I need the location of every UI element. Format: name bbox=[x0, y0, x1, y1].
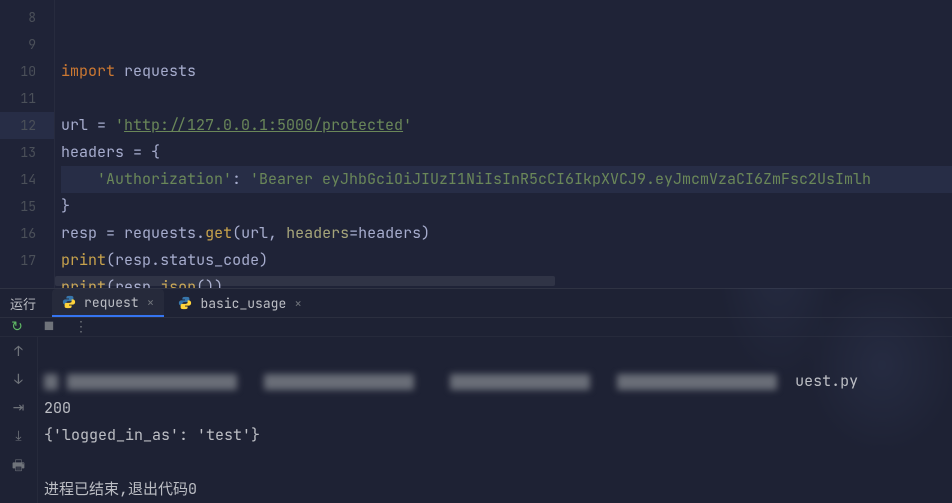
run-tab-basic_usage[interactable]: basic_usage × bbox=[168, 289, 312, 317]
close-icon[interactable]: × bbox=[294, 295, 302, 312]
console-output[interactable]: uest.py 200 {'logged_in_as': 'test'} 进程已… bbox=[38, 337, 952, 503]
code-line[interactable]: } bbox=[61, 193, 952, 220]
run-tab-label: basic_usage bbox=[200, 295, 286, 312]
code-line[interactable]: import requests bbox=[61, 58, 952, 85]
console-line: uest.py bbox=[44, 371, 858, 391]
run-tab-request[interactable]: request × bbox=[52, 289, 164, 317]
line-number: 14 bbox=[0, 166, 54, 193]
run-toolbar: ↻ ■ ⋮ bbox=[0, 318, 952, 337]
run-panel: 运行 request×basic_usage× ↻ ■ ⋮ ↑ ↓ ⇥ ⤓ 🖶 … bbox=[0, 288, 952, 503]
run-panel-label: 运行 bbox=[10, 294, 36, 313]
code-line[interactable]: 'Authorization': 'Bearer eyJhbGciOiJIUzI… bbox=[61, 166, 952, 193]
line-number: 16 bbox=[0, 220, 54, 247]
line-number: 10 bbox=[0, 58, 54, 85]
code-line[interactable]: url = 'http://127.0.0.1:5000/protected' bbox=[61, 112, 952, 139]
line-number: 11 bbox=[0, 85, 54, 112]
code-line[interactable]: print(resp.status_code) bbox=[61, 247, 952, 274]
redacted-segment bbox=[264, 374, 414, 390]
close-icon[interactable]: × bbox=[147, 294, 155, 311]
horizontal-scrollbar[interactable] bbox=[55, 276, 555, 286]
scroll-end-icon[interactable]: ⤓ bbox=[15, 427, 21, 445]
run-panel-tabstrip: 运行 request × basic_usage × bbox=[0, 289, 952, 318]
line-number: 9 bbox=[0, 31, 54, 58]
console-line: 进程已结束,退出代码0 bbox=[44, 479, 197, 499]
python-icon bbox=[178, 296, 192, 310]
more-icon[interactable]: ⋮ bbox=[72, 318, 90, 336]
line-number: 17 bbox=[0, 247, 54, 274]
line-number: 13 bbox=[0, 139, 54, 166]
redacted-segment bbox=[617, 374, 777, 390]
run-tab-label: request bbox=[84, 294, 139, 311]
arrow-down-icon[interactable]: ↓ bbox=[14, 371, 22, 389]
print-icon[interactable]: 🖶 bbox=[12, 455, 25, 479]
line-number: 12 bbox=[0, 112, 54, 139]
soft-wrap-icon[interactable]: ⇥ bbox=[13, 399, 25, 417]
code-editor[interactable]: 891011121314151617 import requests url = … bbox=[0, 0, 952, 288]
redacted-segment bbox=[67, 374, 237, 390]
stop-icon[interactable]: ■ bbox=[40, 318, 58, 336]
line-number: 8 bbox=[0, 4, 54, 31]
python-icon bbox=[62, 295, 76, 309]
redacted-segment bbox=[450, 374, 590, 390]
code-line[interactable] bbox=[61, 85, 952, 112]
run-gutter: ↑ ↓ ⇥ ⤓ 🖶 bbox=[0, 337, 38, 503]
line-number-gutter: 891011121314151617 bbox=[0, 0, 55, 288]
redacted-segment bbox=[44, 374, 58, 390]
code-line[interactable]: resp = requests.get(url, headers=headers… bbox=[61, 220, 952, 247]
code-line[interactable]: headers = { bbox=[61, 139, 952, 166]
console-line: {'logged_in_as': 'test'} bbox=[44, 425, 260, 445]
line-number: 15 bbox=[0, 193, 54, 220]
arrow-up-icon[interactable]: ↑ bbox=[14, 343, 22, 361]
rerun-icon[interactable]: ↻ bbox=[8, 318, 26, 336]
console-line: 200 bbox=[44, 398, 71, 418]
code-area[interactable]: import requests url = 'http://127.0.0.1:5… bbox=[55, 0, 952, 288]
